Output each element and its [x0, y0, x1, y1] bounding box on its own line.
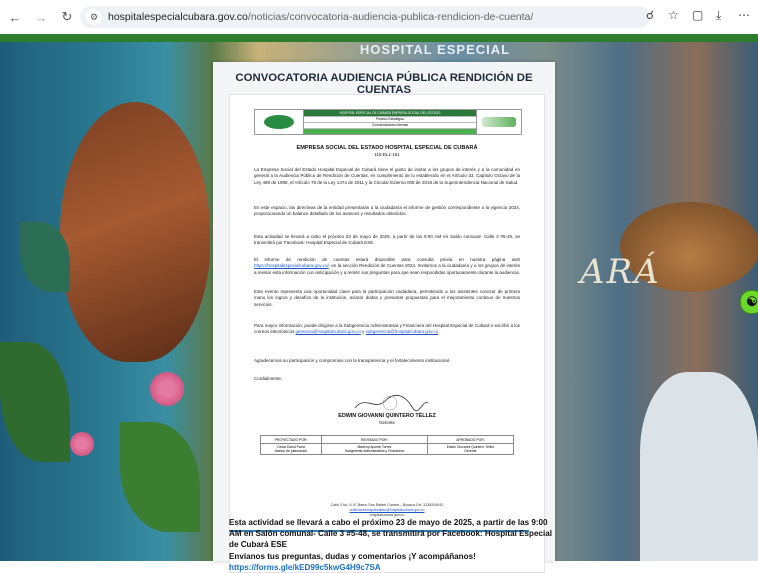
download-icon[interactable]: ⤓	[716, 8, 721, 23]
approval-table: PROYECTADO POR: REVISADO POR: APROBADO P…	[260, 435, 515, 455]
mural-leaf	[120, 422, 200, 532]
email-link-gerencia[interactable]: gerencia@hospitalcubara.gov.co	[296, 329, 361, 334]
footer-email-link[interactable]: notificacionesjudiciales@hospitalcubara.…	[350, 508, 425, 512]
document-paragraph: En este espacio, las directivas de la en…	[254, 205, 520, 217]
document-paragraph: El informe de rendición de cuentas estar…	[254, 257, 520, 275]
table-header: REVISADO POR:	[320, 435, 428, 444]
reload-icon[interactable]: ↻	[56, 6, 78, 28]
document-image: HOSPITAL ESPECIAL DE CUBARÁ EMPRESA SOCI…	[229, 94, 545, 573]
hospital-logo	[255, 110, 304, 134]
signer-role: Gerente	[379, 420, 395, 425]
table-header: APROBADO POR:	[426, 435, 515, 444]
document-paragraph: Esta actividad se llevará a cabo el próx…	[254, 234, 520, 246]
document-heading: EMPRESA SOCIAL DEL ESTADO HOSPITAL ESPEC…	[296, 145, 478, 151]
document-footer: Calle 3 No. 5-47 Barrio San Rafael Cubar…	[330, 503, 444, 517]
document-paragraph: La Empresa Social del Estado Hospital Es…	[254, 167, 520, 185]
email-link-subgerencia[interactable]: subgerencia@hospitalcubara.gov.co	[366, 329, 439, 334]
menu-icon[interactable]: ⋯	[738, 8, 750, 22]
announcement-card: CONVOCATORIA AUDIENCIA PÚBLICA RENDICIÓN…	[213, 62, 555, 573]
table-cell: Marleny Aponte Torres Subgerente Administ…	[320, 443, 428, 455]
signature-image	[354, 394, 429, 412]
address-bar[interactable]: ⚙ hospitalespecialcubara.gov.co/noticias…	[80, 6, 650, 28]
document-paragraph: Este evento representa una oportunidad c…	[254, 289, 520, 307]
star-icon[interactable]: ☆	[668, 8, 679, 22]
caption-cta: Envíanos tus preguntas, dudas y comentar…	[229, 551, 476, 561]
document-closing: Cordialmente,	[254, 376, 283, 381]
mural-figure	[640, 372, 758, 561]
accessibility-icon[interactable]: ☯	[740, 290, 758, 314]
card-title: CONVOCATORIA AUDIENCIA PÚBLICA RENDICIÓN…	[235, 72, 533, 96]
document-paragraph: Para mayor información, puede dirigirse …	[254, 323, 520, 335]
government-logo	[476, 110, 521, 134]
site-header-bar	[0, 34, 758, 42]
table-cell: Cesar David Parra Asesor de planeación	[260, 443, 322, 455]
url-text[interactable]: hospitalespecialcubara.gov.co/noticias/c…	[108, 11, 533, 23]
table-cell: Edwin Giovanni Quintero Téllez Gerente	[426, 443, 515, 455]
mural-leaf	[0, 342, 70, 462]
announcement-caption: Esta actividad se llevará a cabo el próx…	[229, 517, 554, 573]
form-link[interactable]: https://forms.gle/kED99c5kwG4H9c7SA	[229, 562, 554, 573]
mural-text: ARÁ	[580, 252, 661, 292]
document-header: HOSPITAL ESPECIAL DE CUBARÁ EMPRESA SOCI…	[254, 109, 522, 135]
mural-flower	[150, 372, 184, 406]
forward-arrow-icon[interactable]: →	[30, 6, 52, 28]
caption-text: Esta actividad se llevará a cabo el próx…	[229, 518, 552, 550]
mural-face	[60, 102, 210, 362]
extensions-icon[interactable]: ▢	[692, 8, 703, 22]
table-header: PROYECTADO POR:	[260, 435, 322, 444]
hospital-watermark: HOSPITAL ESPECIAL	[359, 42, 511, 57]
document-paragraph: Agradecemos su participación y compromis…	[254, 358, 451, 363]
zoom-icon[interactable]: ☌	[646, 8, 654, 22]
website-link[interactable]: https://hospitalespecialcubara.gov.co/	[254, 263, 329, 268]
mural-flower	[70, 432, 94, 456]
signer-name: EDWIN GIOVANNI QUINTERO TÉLLEZ	[338, 413, 436, 419]
site-info-icon[interactable]: ⚙	[86, 9, 102, 25]
back-arrow-icon[interactable]: ←	[4, 6, 26, 28]
document-subheading: 110-DL1-161	[374, 152, 400, 157]
browser-toolbar: ← → ↻ ⚙ hospitalespecialcubara.gov.co/no…	[0, 0, 758, 35]
header-row	[304, 128, 476, 134]
